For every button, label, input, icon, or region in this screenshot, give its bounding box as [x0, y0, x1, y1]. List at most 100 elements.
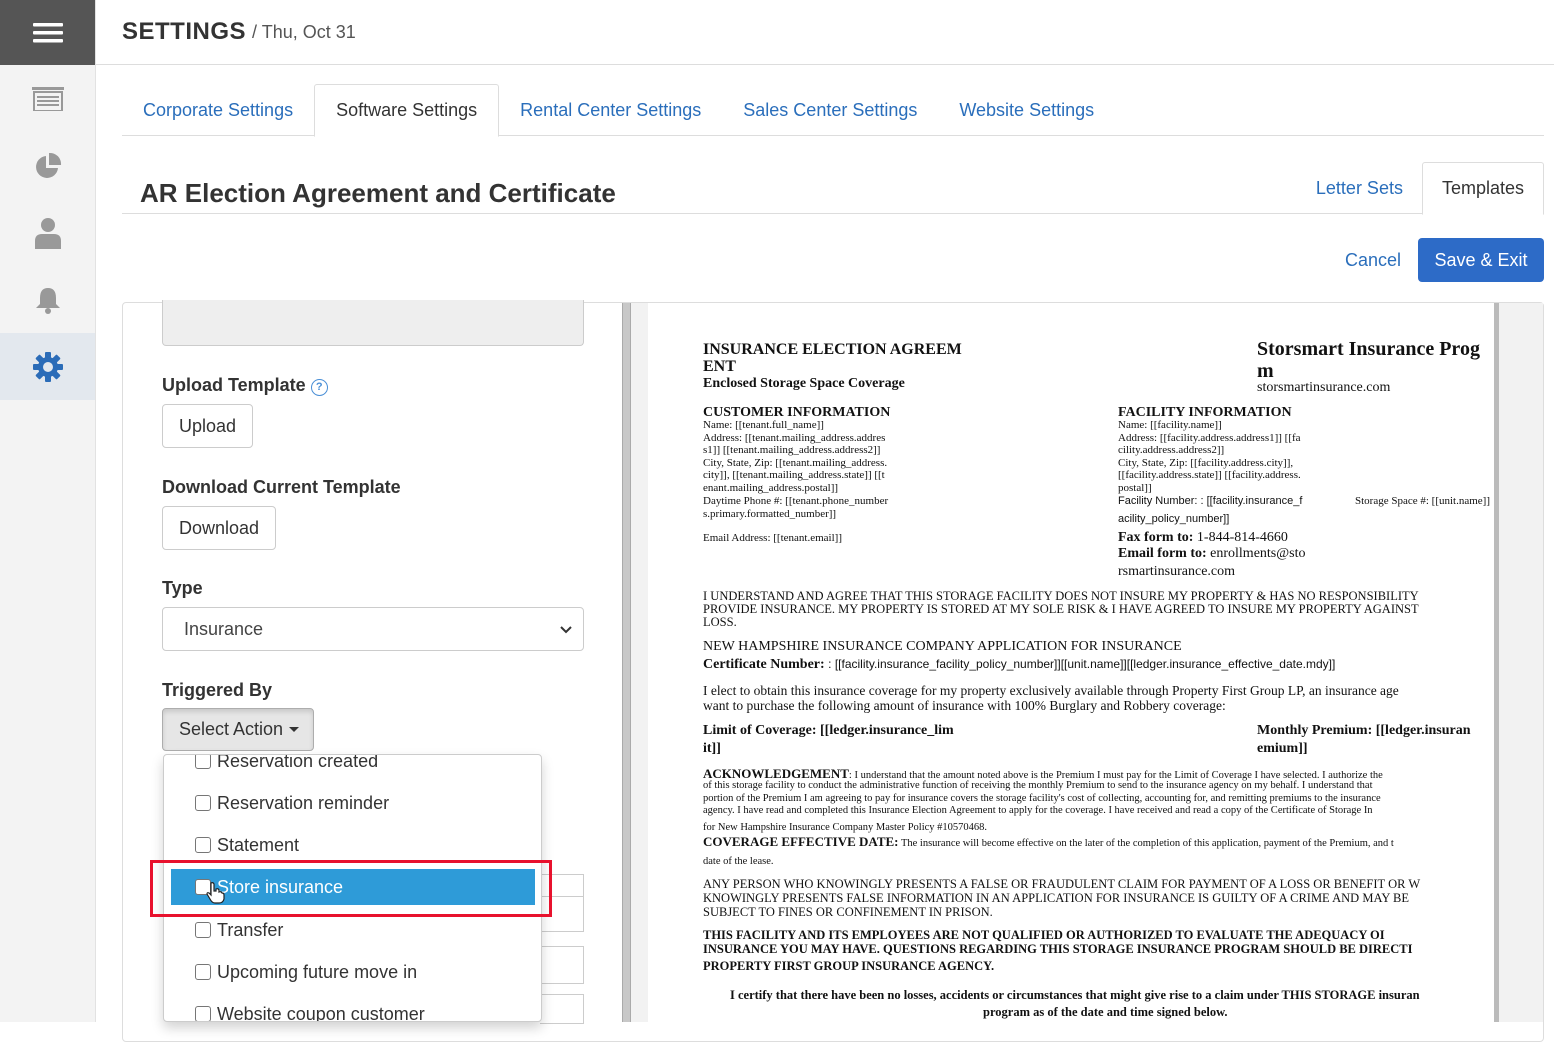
doc-facility-line: City, State, Zip: [[facility.address.cit…	[1118, 457, 1294, 469]
doc-customer-line: s.primary.formatted_number]]	[703, 508, 837, 520]
subtabs: Letter Sets Templates	[1297, 162, 1544, 215]
list-icon	[31, 86, 64, 111]
title-row: AR Election Agreement and Certificate Le…	[122, 160, 1544, 215]
sidebar-item-notifications[interactable]	[0, 266, 95, 333]
dropdown-item-statement[interactable]: Statement	[164, 827, 541, 863]
download-button[interactable]: Download	[162, 506, 277, 550]
doc-facility-line: postal]]	[1118, 482, 1152, 494]
doc-customer-line: Daytime Phone #: [[tenant.phone_number	[703, 495, 889, 507]
gear-icon	[32, 351, 63, 382]
doc-ack-line: of this storage facility to conduct the …	[703, 780, 1373, 791]
checkbox[interactable]	[195, 922, 211, 938]
chevron-down-icon	[560, 626, 572, 634]
tab-templates[interactable]: Templates	[1421, 162, 1544, 215]
doc-title-line1: INSURANCE ELECTION AGREEM	[703, 341, 962, 358]
dropdown-item-reservation-created[interactable]: Reservation created	[164, 755, 541, 779]
tab-website-settings[interactable]: Website Settings	[938, 84, 1115, 136]
doc-facility-number-cont: acility_policy_number]]	[1118, 513, 1230, 525]
upload-template-label: Upload Template?	[162, 375, 328, 396]
sidebar-item-list[interactable]	[0, 65, 95, 132]
doc-facility-warning: INSURANCE YOU MAY HAVE. QUESTIONS REGARD…	[703, 942, 1413, 956]
doc-customer-line: enant.mailing_address.postal]]	[703, 482, 839, 494]
type-select[interactable]: Insurance	[162, 607, 584, 651]
sidebar	[0, 0, 96, 1022]
menu-icon	[32, 22, 63, 42]
doc-ack-line: portion of the Premium I am agreeing to …	[703, 793, 1381, 804]
checkbox[interactable]	[195, 1006, 211, 1021]
doc-facility-warning: PROPERTY FIRST GROUP INSURANCE AGENCY.	[703, 959, 995, 973]
tab-software-settings[interactable]: Software Settings	[314, 84, 500, 137]
doc-facility-number: Facility Number: : [[facility.insurance_…	[1118, 495, 1303, 507]
description-textarea[interactable]	[162, 300, 584, 346]
tab-rental-center-settings[interactable]: Rental Center Settings	[499, 84, 722, 136]
doc-email-form-cont: rsmartinsurance.com	[1118, 564, 1236, 579]
triggered-by-label: Triggered By	[162, 680, 273, 700]
background-input	[540, 994, 584, 1024]
select-action-button[interactable]: Select Action	[162, 708, 314, 751]
doc-elect-line: I elect to obtain this insurance coverag…	[703, 683, 1399, 698]
tab-sales-center-settings[interactable]: Sales Center Settings	[722, 84, 938, 136]
background-input	[540, 946, 584, 984]
doc-customer-line: city]], [[tenant.mailing_address.state]]…	[703, 469, 885, 481]
doc-fax: Fax form to: 1-844-814-4660	[1118, 530, 1288, 545]
doc-customer-line: Name: [[tenant.full_name]]	[703, 419, 824, 431]
doc-certify-line1: I certify that there have been no losses…	[730, 988, 1420, 1002]
sidebar-item-users[interactable]	[0, 199, 95, 266]
user-icon	[34, 217, 61, 249]
cancel-button[interactable]: Cancel	[1333, 238, 1413, 282]
menu-button[interactable]	[0, 0, 95, 65]
doc-ack-line: for New Hampshire Insurance Company Mast…	[703, 822, 988, 833]
caret-down-icon	[289, 727, 300, 732]
doc-understand-line: LOSS.	[703, 615, 737, 629]
doc-understand-line: PROVIDE INSURANCE. MY PROPERTY IS STORED…	[703, 602, 1419, 616]
checkbox[interactable]	[195, 795, 211, 811]
checkbox[interactable]	[195, 755, 211, 769]
header-title: SETTINGS	[122, 18, 247, 45]
doc-ack-line: agency. I have read and completed this I…	[703, 805, 1373, 816]
dropdown-item-website-coupon-customer[interactable]: Website coupon customer	[164, 996, 541, 1021]
doc-email-form: Email form to: enrollments@sto	[1118, 546, 1306, 561]
doc-premium-line1: Monthly Premium: [[ledger.insuran	[1257, 723, 1471, 738]
doc-subtitle: Enclosed Storage Space Coverage	[703, 376, 905, 391]
doc-facility-line: Name: [[facility.name]]	[1118, 419, 1222, 431]
preview-margin	[631, 303, 648, 1022]
sidebar-item-settings[interactable]	[0, 333, 95, 400]
doc-program-line1: Storsmart Insurance Prog	[1257, 338, 1480, 360]
doc-coverage-date-cont: date of the lease.	[703, 856, 774, 867]
doc-nh-heading: NEW HAMPSHIRE INSURANCE COMPANY APPLICAT…	[703, 639, 1182, 654]
split-divider[interactable]	[622, 303, 631, 1022]
dropdown-item-transfer[interactable]: Transfer	[164, 912, 541, 948]
doc-limit-line2: it]]	[703, 741, 721, 756]
page-title: AR Election Agreement and Certificate	[140, 178, 616, 208]
doc-premium-line2: emium]]	[1257, 741, 1308, 756]
doc-facility-line: Address: [[facility.address.address1]] […	[1118, 432, 1301, 444]
doc-certificate: Certificate Number: : [[facility.insuran…	[703, 657, 1336, 672]
type-label: Type	[162, 578, 203, 598]
save-exit-button[interactable]: Save & Exit	[1418, 238, 1544, 282]
upload-button[interactable]: Upload	[162, 404, 254, 448]
doc-storage-space: Storage Space #: [[unit.name]]	[1355, 495, 1491, 507]
tab-letter-sets[interactable]: Letter Sets	[1297, 162, 1422, 214]
settings-tabs: Corporate Settings Software Settings Ren…	[122, 84, 1544, 137]
header-date: / Thu, Oct 31	[252, 21, 356, 42]
checkbox[interactable]	[195, 964, 211, 980]
doc-customer-line: s1]] [[tenant.mailing_address.address2]]	[703, 444, 881, 456]
doc-customer-email: Email Address: [[tenant.email]]	[703, 532, 842, 544]
doc-title-line2: ENT	[703, 358, 736, 375]
doc-coverage-date: COVERAGE EFFECTIVE DATE: The insurance w…	[703, 834, 1394, 849]
tab-corporate-settings[interactable]: Corporate Settings	[122, 84, 314, 136]
doc-certify-line2: program as of the date and time signed b…	[983, 1005, 1228, 1019]
dropdown-item-reservation-reminder[interactable]: Reservation reminder	[164, 785, 541, 821]
template-preview: INSURANCE ELECTION AGREEM ENT Enclosed S…	[648, 303, 1494, 1022]
bell-icon	[35, 287, 60, 314]
sidebar-item-reports[interactable]	[0, 132, 95, 199]
dropdown-item-upcoming-future-move-in[interactable]: Upcoming future move in	[164, 954, 541, 990]
type-select-value: Insurance	[184, 618, 264, 639]
hand-cursor-icon	[206, 882, 225, 904]
doc-facility-line: [[facility.address.state]] [[facility.ad…	[1118, 469, 1301, 481]
doc-limit-line1: Limit of Coverage: [[ledger.insurance_li…	[703, 723, 954, 738]
doc-elect-line: want to purchase the following amount of…	[703, 698, 1226, 713]
checkbox[interactable]	[195, 837, 211, 853]
help-icon[interactable]: ?	[310, 378, 328, 396]
doc-fraud-line: ANY PERSON WHO KNOWINGLY PRESENTS A FALS…	[703, 877, 1421, 891]
